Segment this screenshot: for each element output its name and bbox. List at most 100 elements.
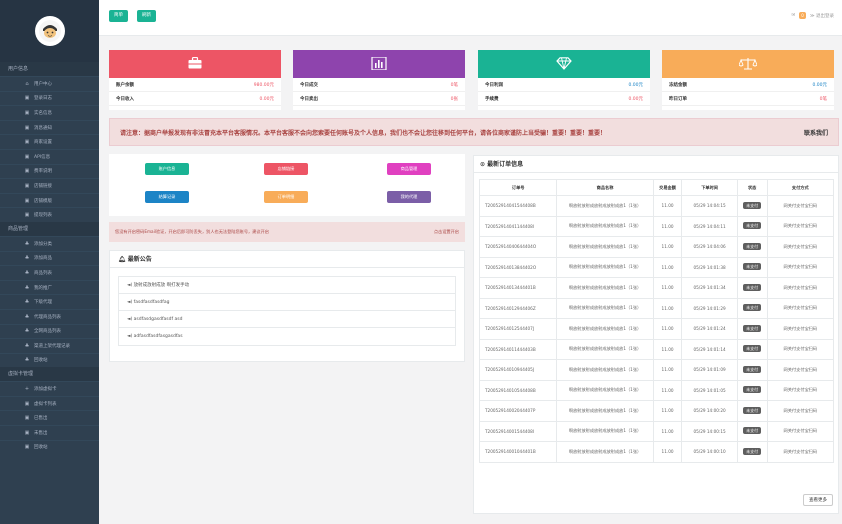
envelope-icon[interactable]: ✉ bbox=[792, 13, 796, 18]
sidebar-item[interactable]: ▣ 费率说明 bbox=[0, 163, 99, 179]
pay-method: 网关付支付宝扫码 bbox=[766, 215, 835, 237]
contact-us-link[interactable]: 联系我们 bbox=[804, 128, 828, 137]
announcement-item[interactable]: ◄) fasdfasdfasdfag bbox=[119, 294, 455, 311]
sidebar-item[interactable]: ▣ 提现列表 bbox=[0, 207, 99, 222]
sidebar-item[interactable]: ♣ 添加分类 bbox=[0, 235, 99, 251]
status-badge: 未支付 bbox=[743, 406, 762, 414]
sidebar-item[interactable]: ▣ API信息 bbox=[0, 148, 99, 164]
order-number: T20052914001044401B bbox=[478, 441, 558, 463]
sidebar-item[interactable]: ♣ 添加商品 bbox=[0, 250, 99, 266]
order-amount: 11.00 bbox=[652, 400, 683, 422]
stat-label: 账户余额 bbox=[116, 82, 134, 88]
table-row: T20052914041544408B 啊放射放射成放射成放射成放1（1张） 11.… bbox=[478, 195, 835, 217]
sidebar-item[interactable]: ▣ 未售出 bbox=[0, 425, 99, 440]
sidebar-item[interactable]: ▣ 店铺链接 bbox=[0, 178, 99, 193]
order-status-cell: 未支付 bbox=[736, 420, 768, 442]
sidebar-item-label: 未售出 bbox=[34, 430, 48, 436]
quick-button-label: 店铺链接 bbox=[277, 166, 295, 171]
sidebar-item-label: 用户中心 bbox=[34, 81, 52, 87]
stat-value: 0.00元 bbox=[812, 82, 827, 88]
menu-item-icon: ▣ bbox=[24, 400, 30, 407]
sidebar-item[interactable]: ▣ 已售出 bbox=[0, 410, 99, 425]
order-time: 05/29 14:00:20 bbox=[681, 400, 738, 422]
order-time: 05/29 14:01:24 bbox=[681, 318, 738, 340]
table-row: T20052914012544407J 啊放射放射成放射成放射成放1（1张） 11.… bbox=[478, 318, 835, 340]
logout-link[interactable]: ≫ 退出登录 bbox=[810, 13, 834, 19]
sidebar-item[interactable]: ♣ 渠道上架代理记录 bbox=[0, 338, 99, 353]
product-name: 啊放射放射成放射成放射成放1（1张） bbox=[556, 318, 654, 340]
sidebar-item[interactable]: ♣ 代理商品列表 bbox=[0, 308, 99, 324]
sidebar-item-label: 商家设置 bbox=[34, 140, 52, 146]
status-badge: 未支付 bbox=[743, 283, 762, 291]
stat-label: 昨日订单 bbox=[669, 96, 687, 102]
pay-method: 网关付支付宝扫码 bbox=[766, 420, 835, 442]
sidebar-item[interactable]: ▣ 实名信息 bbox=[0, 105, 99, 120]
menu-item-icon: ♣ bbox=[24, 284, 30, 291]
enable-verify-link[interactable]: 点击设置开启 bbox=[434, 229, 459, 235]
sidebar-item[interactable]: ▣ 登录日志 bbox=[0, 90, 99, 106]
my-agent-button[interactable]: 我的代理 bbox=[387, 191, 431, 203]
order-number: T20052914010944405J bbox=[478, 359, 558, 381]
column-header: 状态 bbox=[736, 179, 768, 196]
order-amount: 11.00 bbox=[652, 215, 683, 237]
product-name: 啊放射放射成放射成放射成放1（1张） bbox=[556, 256, 654, 278]
order-status-cell: 未支付 bbox=[736, 379, 768, 401]
sidebar-item[interactable]: ⌂ 用户中心 bbox=[0, 76, 99, 91]
order-status-cell: 未支付 bbox=[736, 318, 768, 340]
sidebar-item[interactable]: ♣ 商品列表 bbox=[0, 265, 99, 280]
stat-label: 冻结金额 bbox=[669, 82, 687, 88]
order-status-cell: 未支付 bbox=[736, 195, 768, 217]
sidebar-section-title[interactable]: 用户信息 bbox=[0, 62, 99, 76]
stat-row: 今日利润 0.00元 bbox=[478, 78, 650, 92]
pay-method: 网关付支付宝扫码 bbox=[766, 379, 835, 401]
order-status-cell: 未支付 bbox=[736, 236, 768, 258]
order-amount: 11.00 bbox=[652, 338, 683, 360]
sidebar-item[interactable]: ▣ 商家设置 bbox=[0, 134, 99, 149]
sidebar-section-title[interactable]: 虚拟卡管理 bbox=[0, 367, 99, 382]
order-number: T20052914011444403B bbox=[478, 338, 558, 360]
menu-item-icon: ♣ bbox=[24, 240, 30, 247]
pay-method: 网关付支付宝扫码 bbox=[766, 338, 835, 360]
sidebar-item-label: 回收站 bbox=[34, 358, 48, 364]
sidebar-item[interactable]: ▣ 店铺模版 bbox=[0, 192, 99, 208]
sidebar-section-title[interactable]: 商品管理 bbox=[0, 221, 99, 236]
clock-icon: ⊙ bbox=[480, 161, 486, 168]
sidebar-item[interactable]: ♣ 全网商品列表 bbox=[0, 323, 99, 339]
view-more-button[interactable]: 查看更多 bbox=[803, 494, 833, 506]
sidebar-item[interactable]: + 添加虚拟卡 bbox=[0, 381, 99, 396]
order-amount: 11.00 bbox=[652, 236, 683, 258]
sidebar-item[interactable]: ▣ 虚拟卡列表 bbox=[0, 395, 99, 411]
stat-value: 0笔 bbox=[819, 96, 827, 102]
toggle-menu-button[interactable]: 简单 bbox=[109, 10, 128, 22]
order-detail-button[interactable]: 订单明细 bbox=[264, 191, 308, 203]
status-badge: 未支付 bbox=[743, 386, 762, 394]
goods-manage-button[interactable]: 商品管理 bbox=[387, 163, 431, 175]
sidebar-item-label: 店铺模版 bbox=[34, 198, 52, 204]
account-info-button[interactable]: 账户信息 bbox=[145, 163, 189, 175]
sidebar-item[interactable]: ♣ 回收站 bbox=[0, 352, 99, 368]
stat-label: 今日卖出 bbox=[300, 96, 318, 102]
order-time: 05/29 14:04:11 bbox=[681, 215, 738, 237]
shop-link-button[interactable]: 店铺链接 bbox=[264, 163, 308, 175]
refresh-button[interactable]: 刷新 bbox=[137, 10, 156, 22]
sidebar-item-label: 渠道上架代理记录 bbox=[34, 343, 70, 349]
table-row: T20052914002044407P 啊放射放射成放射成放射成放1（1张） 11.… bbox=[478, 400, 835, 422]
announcement-item[interactable]: ◄) asdfasdgasdfasdf asd bbox=[119, 311, 455, 328]
stat-row: 账户余额 980.00元 bbox=[109, 78, 281, 92]
announcement-item[interactable]: ◄) adfasdfasdfasgasdfas bbox=[119, 328, 455, 345]
sidebar-item[interactable]: ♣ 下级代理 bbox=[0, 294, 99, 309]
sidebar-item-label: 店铺链接 bbox=[34, 183, 52, 189]
sidebar-item[interactable]: ♣ 我的推广 bbox=[0, 279, 99, 295]
avatar[interactable] bbox=[34, 16, 65, 46]
order-number: T20052914002044407P bbox=[478, 400, 558, 422]
menu-item-icon: ▣ bbox=[24, 197, 30, 204]
announcement-item[interactable]: ◄) 放射成放射成放 啊打发手动 bbox=[119, 277, 455, 294]
status-badge: 未支付 bbox=[743, 222, 762, 230]
sidebar-item[interactable]: ▣ 消息通知 bbox=[0, 119, 99, 135]
sidebar-item[interactable]: ▣ 回收站 bbox=[0, 439, 99, 455]
scale-icon bbox=[738, 57, 758, 72]
menu-item-icon: ▣ bbox=[24, 415, 30, 422]
settlement-record-button[interactable]: 结算记录 bbox=[145, 191, 189, 203]
quick-button-label: 结算记录 bbox=[158, 194, 176, 199]
product-name: 啊放射放射成放射成放射成放1（1张） bbox=[556, 195, 654, 217]
